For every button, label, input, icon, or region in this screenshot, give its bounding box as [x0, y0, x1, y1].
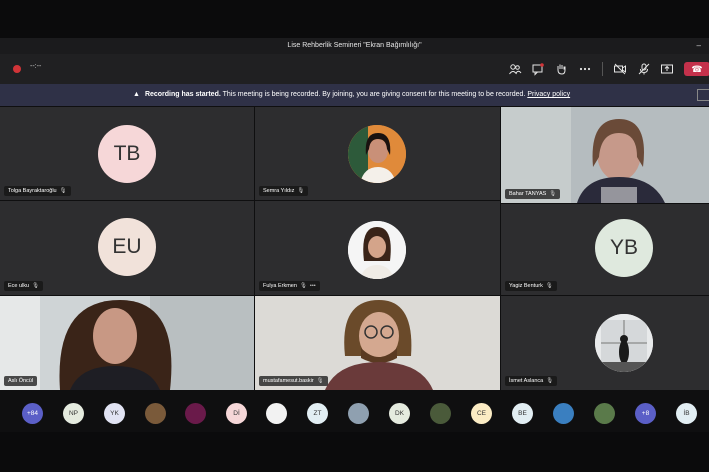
- chat-icon[interactable]: [531, 62, 545, 76]
- avatar: EU: [98, 218, 156, 276]
- roster-avatar[interactable]: ZT: [307, 403, 328, 424]
- bottom-blank-area: [0, 432, 709, 472]
- roster-overflow-count[interactable]: +84: [22, 403, 43, 424]
- participant-name: Aslı Öncül: [8, 378, 34, 384]
- mic-icon: 🎙: [297, 188, 305, 194]
- participant-roster-strip: +84 NP YK Dİ ZT DK CE BE +8 İB: [0, 394, 709, 432]
- recording-banner: ▲ Recording has started. This meeting is …: [0, 84, 709, 106]
- meeting-controls-bar: --:-- ☎: [0, 54, 709, 84]
- roster-avatar-photo[interactable]: [430, 403, 451, 424]
- roster-avatar[interactable]: BE: [512, 403, 533, 424]
- roster-avatar-photo[interactable]: [185, 403, 206, 424]
- raise-hand-icon[interactable]: [554, 62, 568, 76]
- participant-name-label: Tolga Bayraktaroğlu 🎙: [4, 186, 71, 196]
- mic-icon: 🎙: [549, 191, 557, 197]
- roster-avatar[interactable]: YK: [104, 403, 125, 424]
- recording-banner-message: ▲ Recording has started. This meeting is …: [133, 84, 570, 106]
- more-options-icon[interactable]: •••: [310, 283, 316, 289]
- minimize-button[interactable]: –: [697, 38, 701, 54]
- window-titlebar: Lise Rehberlik Semineri "Ekran Bağımlılı…: [0, 38, 709, 54]
- roster-avatar-photo[interactable]: [145, 403, 166, 424]
- participant-name: Ece ulku: [8, 283, 30, 289]
- mic-icon: 🎙: [546, 378, 554, 384]
- avatar: [348, 125, 406, 183]
- avatar: [348, 221, 406, 279]
- recording-indicator-icon: [13, 65, 21, 73]
- participant-name-label: Fulya Erkmen 🎙 •••: [259, 281, 320, 291]
- participant-video-tile[interactable]: Aslı Öncül: [0, 296, 254, 390]
- mic-icon: 🎙: [299, 283, 307, 289]
- roster-avatar-photo[interactable]: [594, 403, 615, 424]
- participant-name-label: Bahar TANYAS 🎙: [505, 189, 561, 199]
- participant-tile[interactable]: YB Yagiz Benturk 🎙: [501, 204, 709, 295]
- mic-icon: 🎙: [316, 378, 324, 384]
- participant-name-label: Yagiz Benturk 🎙: [505, 281, 557, 291]
- participant-tile[interactable]: Fulya Erkmen 🎙 •••: [255, 201, 500, 295]
- participant-name-label: Aslı Öncül: [4, 376, 38, 386]
- more-icon[interactable]: [578, 62, 592, 76]
- window-title: Lise Rehberlik Semineri "Ekran Bağımlılı…: [287, 42, 422, 49]
- roster-overflow-count[interactable]: +8: [635, 403, 656, 424]
- hang-up-button[interactable]: ☎: [684, 62, 709, 76]
- roster-avatar[interactable]: NP: [63, 403, 84, 424]
- participant-tile[interactable]: TB Tolga Bayraktaroğlu 🎙: [0, 107, 254, 200]
- participant-tile[interactable]: EU Ece ulku 🎙: [0, 201, 254, 295]
- participant-tile[interactable]: Semra Yıldız 🎙: [255, 107, 500, 200]
- recording-banner-title: Recording has started.: [144, 91, 221, 98]
- roster-avatar-photo[interactable]: [553, 403, 574, 424]
- participant-name-label: mustafamesut.baskir 🎙: [259, 376, 328, 386]
- top-blank-area: [0, 0, 709, 38]
- share-screen-icon[interactable]: [660, 62, 674, 76]
- mic-icon: 🎙: [59, 188, 67, 194]
- banner-dismiss-button[interactable]: [697, 89, 709, 101]
- roster-avatar[interactable]: İB: [676, 403, 697, 424]
- participant-name-label: Semra Yıldız 🎙: [259, 186, 309, 196]
- mic-off-icon[interactable]: [637, 62, 651, 76]
- participant-name-label: İsmet Aslanca 🎙: [505, 376, 558, 386]
- roster-avatar-logo[interactable]: [266, 403, 287, 424]
- meeting-timer: --:--: [30, 63, 42, 70]
- avatar: YB: [595, 219, 653, 277]
- roster-avatar[interactable]: CE: [471, 403, 492, 424]
- participant-name: İsmet Aslanca: [509, 378, 544, 384]
- participant-name: Yagiz Benturk: [509, 283, 543, 289]
- participant-video-tile[interactable]: mustafamesut.baskir 🎙: [255, 296, 500, 390]
- participant-name: Semra Yıldız: [263, 188, 295, 194]
- avatar: TB: [98, 125, 156, 183]
- roster-avatar[interactable]: Dİ: [226, 403, 247, 424]
- participant-name: Tolga Bayraktaroğlu: [8, 188, 57, 194]
- participant-name: Fulya Erkmen: [263, 283, 297, 289]
- participants-icon[interactable]: [508, 62, 522, 76]
- participant-name: Bahar TANYAS: [509, 191, 547, 197]
- recording-banner-text: This meeting is being recorded. By joini…: [222, 91, 526, 98]
- camera-off-icon[interactable]: [613, 62, 627, 76]
- participant-video-tile[interactable]: Bahar TANYAS 🎙: [501, 107, 709, 203]
- controls-divider: [602, 62, 603, 76]
- mic-icon: 🎙: [32, 283, 40, 289]
- participant-tile[interactable]: İsmet Aslanca 🎙: [501, 296, 709, 390]
- avatar: [595, 314, 653, 372]
- warning-icon: ▲: [133, 91, 140, 98]
- privacy-policy-link[interactable]: Privacy policy: [527, 91, 570, 98]
- roster-avatar[interactable]: DK: [389, 403, 410, 424]
- participant-video: [0, 296, 254, 390]
- roster-avatar-photo[interactable]: [348, 403, 369, 424]
- participant-name: mustafamesut.baskir: [263, 378, 314, 384]
- video-grid: TB Tolga Bayraktaroğlu 🎙 Semra Yıldız 🎙 Ba…: [0, 107, 709, 390]
- mic-icon: 🎙: [545, 283, 553, 289]
- participant-name-label: Ece ulku 🎙: [4, 281, 44, 291]
